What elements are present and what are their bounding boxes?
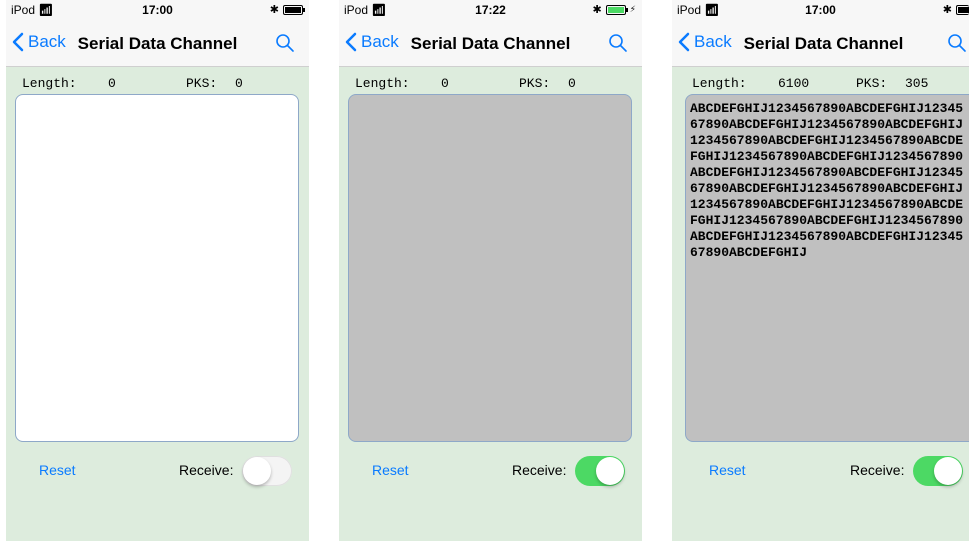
receive-toggle[interactable]	[913, 456, 963, 486]
navigation-bar: Back Serial Data Channel	[6, 20, 309, 67]
search-icon[interactable]	[947, 33, 967, 53]
pks-label: PKS:	[186, 76, 218, 91]
pks-value: 0	[568, 76, 576, 91]
toggle-knob	[243, 457, 271, 485]
bluetooth-icon: ✱	[592, 4, 602, 16]
navigation-bar: Back Serial Data Channel	[339, 20, 642, 67]
page-title: Serial Data Channel	[77, 34, 238, 53]
status-bar: iPod 📶︎ 17:00 ✱	[6, 0, 309, 20]
phone-screen-3: iPod 📶︎ 17:00 ✱ Back Serial Data Channel…	[672, 0, 969, 541]
data-text-area[interactable]	[15, 94, 299, 442]
reset-button[interactable]: Reset	[39, 462, 76, 478]
page-title: Serial Data Channel	[743, 34, 904, 53]
phone-screen-1: iPod 📶︎ 17:00 ✱ Back Serial Data Channel…	[6, 0, 309, 541]
pks-value: 0	[235, 76, 243, 91]
battery-icon	[956, 4, 969, 15]
toggle-knob	[596, 457, 624, 485]
status-time: 17:00	[142, 3, 173, 17]
length-label: Length:	[355, 76, 410, 91]
search-icon[interactable]	[275, 33, 295, 53]
pks-value: 305	[905, 76, 929, 91]
data-text-area[interactable]	[348, 94, 632, 442]
reset-button[interactable]: Reset	[372, 462, 409, 478]
page-title: Serial Data Channel	[410, 34, 571, 53]
battery-icon	[283, 4, 305, 15]
receive-label: Receive:	[512, 462, 567, 478]
length-label: Length:	[692, 76, 747, 91]
pks-label: PKS:	[519, 76, 551, 91]
status-bar: iPod 📶︎ 17:00 ✱	[672, 0, 969, 20]
search-icon[interactable]	[608, 33, 628, 53]
length-value: 0	[441, 76, 449, 91]
toggle-knob	[934, 457, 962, 485]
length-label: Length:	[22, 76, 77, 91]
data-text-area[interactable]: ABCDEFGHIJ1234567890ABCDEFGHIJ1234567890…	[685, 94, 969, 442]
status-bar: iPod 📶︎ 17:22 ✱ ⚡︎	[339, 0, 642, 20]
reset-button[interactable]: Reset	[709, 462, 746, 478]
receive-toggle[interactable]	[242, 456, 292, 486]
receive-label: Receive:	[850, 462, 905, 478]
length-value: 0	[108, 76, 116, 91]
bluetooth-icon: ✱	[269, 4, 279, 16]
bluetooth-icon: ✱	[942, 4, 952, 16]
status-time: 17:00	[805, 3, 836, 17]
length-value: 6100	[778, 76, 810, 91]
phone-screen-2: iPod 📶︎ 17:22 ✱ ⚡︎ Back Serial Data Chann…	[339, 0, 642, 541]
charging-icon: ⚡︎	[629, 4, 636, 14]
receive-toggle[interactable]	[575, 456, 625, 486]
pks-label: PKS:	[856, 76, 888, 91]
receive-label: Receive:	[179, 462, 234, 478]
battery-icon	[605, 4, 628, 15]
navigation-bar: Back Serial Data Channel	[672, 20, 969, 67]
